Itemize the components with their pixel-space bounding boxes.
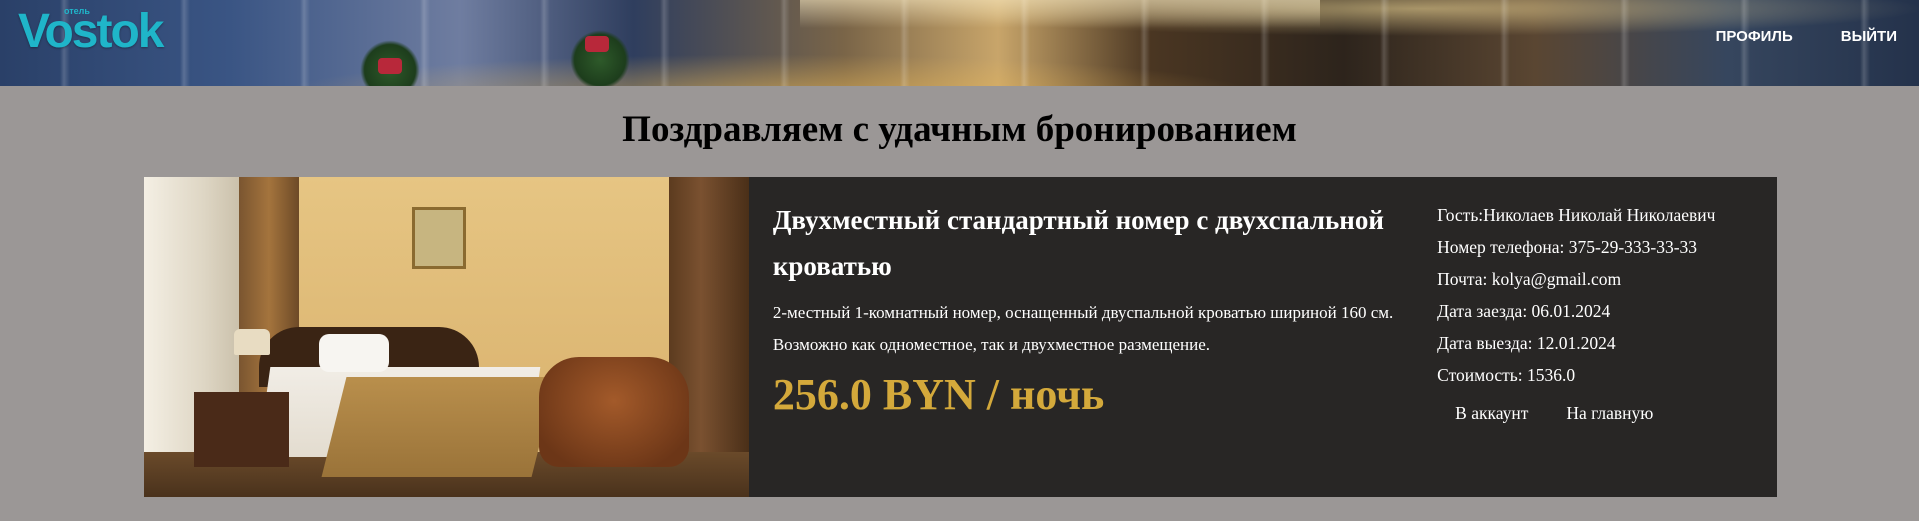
guest-name: Гость:Николаев Николай Николаевич [1437,205,1716,225]
room-price: 256.0 BYN / ночь [772,370,1105,419]
room-description: 2-местный 1-комнатный номер, оснащенный … [772,303,1394,354]
room-photo [144,177,749,497]
checkin-date: Дата заезда: 06.01.2024 [1437,301,1611,321]
home-link[interactable]: На главную [1566,403,1653,424]
guest-email: Почта: kolya@gmail.com [1437,269,1622,289]
checkout-date: Дата выезда: 12.01.2024 [1437,333,1616,353]
header-banner: Vostok отель ПРОФИЛЬ ВЫЙТИ [0,0,1919,86]
logo-subtitle: отель [64,6,90,16]
bow-decoration [378,58,402,74]
profile-link[interactable]: ПРОФИЛЬ [1716,28,1793,45]
bow-decoration [585,36,609,52]
page-title: Поздравляем с удачным бронированием [622,109,1297,150]
total-cost: Стоимость: 1536.0 [1437,365,1576,385]
account-link[interactable]: В аккаунт [1455,403,1528,424]
room-details: Двухместный стандартный номер с двухспал… [749,177,1437,497]
room-title: Двухместный стандартный номер с двухспал… [772,205,1384,281]
top-nav: ПРОФИЛЬ ВЫЙТИ [1716,28,1897,45]
guest-info: Гость:Николаев Николай Николаевич Номер … [1437,177,1777,497]
logo[interactable]: Vostok [18,8,164,56]
header-ceiling-lights [800,0,1320,28]
booking-card: Двухместный стандартный номер с двухспал… [144,177,1777,497]
guest-phone: Номер телефона: 375-29-333-33-33 [1437,237,1698,257]
logout-link[interactable]: ВЫЙТИ [1841,28,1897,45]
booking-actions: В аккаунт На главную [1437,403,1777,424]
